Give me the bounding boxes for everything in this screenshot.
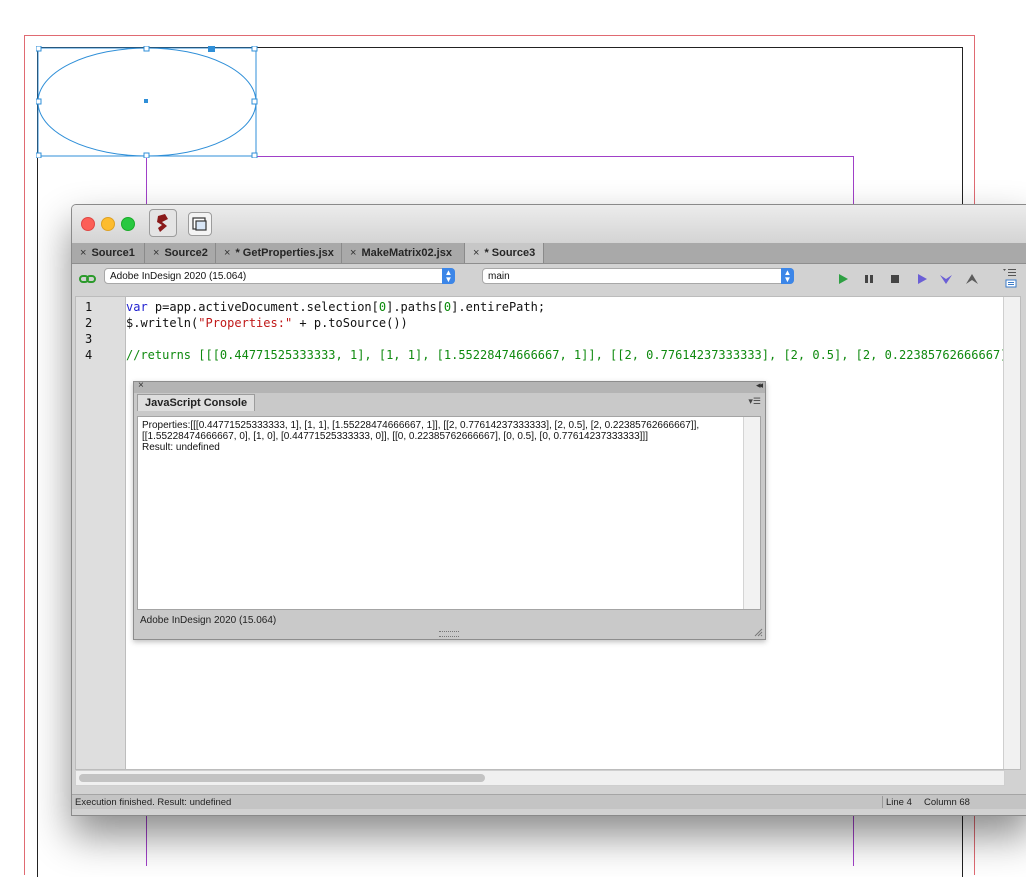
line-number: 1 [85, 300, 93, 314]
close-tab-icon[interactable]: × [153, 247, 159, 259]
pause-icon[interactable] [862, 272, 876, 286]
console-output-text: Properties:[[[0.44771525333333, 1], [1, … [142, 420, 700, 453]
close-tab-icon[interactable]: × [473, 247, 479, 259]
close-tab-icon[interactable]: × [80, 247, 86, 259]
status-column: Column 68 [924, 797, 970, 808]
console-output-area[interactable]: Properties:[[[0.44771525333333, 1], [1, … [137, 416, 761, 610]
zoom-window-button[interactable] [121, 217, 135, 231]
chevron-updown-icon: ▲ ▼ [781, 268, 794, 284]
collapse-panel-icon[interactable]: ◂◂ [756, 380, 763, 391]
code-text[interactable]: var p=app.activeDocument.selection[0].pa… [126, 299, 1026, 363]
estk-app-icon[interactable] [149, 209, 177, 237]
status-divider [882, 796, 883, 808]
editor-vertical-scrollbar[interactable] [1003, 297, 1020, 769]
code-line-4: //returns [[[0.44771525333333, 1], [1, 1… [126, 348, 1026, 362]
console-tab[interactable]: JavaScript Console [137, 394, 256, 411]
scrollbar-thumb[interactable] [79, 774, 485, 782]
status-line: Line 4 [886, 797, 912, 808]
selected-ellipse[interactable] [36, 46, 258, 158]
step-into-icon[interactable] [939, 272, 953, 286]
console-target-label: Adobe InDesign 2020 (15.064) [140, 615, 277, 626]
tab-source3[interactable]: × * Source3 [465, 243, 544, 263]
resize-grip-icon[interactable] [439, 631, 459, 637]
toolbar: Adobe InDesign 2020 (15.064) ▲ ▼ main ▲ ▼ [72, 264, 1026, 296]
tab-makematrix02[interactable]: × MakeMatrix02.jsx [342, 243, 465, 263]
close-tab-icon[interactable]: × [224, 247, 230, 259]
line-number: 4 [85, 348, 93, 362]
status-bar: Execution finished. Result: undefined Li… [72, 794, 1026, 809]
line-number-gutter: 1 2 3 4 [76, 297, 126, 769]
target-application-select[interactable]: Adobe InDesign 2020 (15.064) ▲ ▼ [104, 268, 455, 284]
chevron-updown-icon: ▲ ▼ [442, 268, 455, 284]
code-line-1: var p=app.activeDocument.selection[0].pa… [126, 300, 546, 314]
close-tab-icon[interactable]: × [350, 247, 356, 259]
step-out-icon[interactable] [965, 272, 979, 286]
panel-header[interactable]: × ◂◂ [134, 380, 765, 393]
status-message: Execution finished. Result: undefined [75, 797, 232, 808]
tab-getproperties[interactable]: × * GetProperties.jsx [216, 243, 342, 263]
link-icon[interactable] [79, 271, 97, 292]
line-number: 3 [85, 332, 93, 346]
line-number: 2 [85, 316, 93, 330]
code-line-2: $.writeln("Properties:" + p.toSource()) [126, 316, 408, 330]
title-bar [72, 205, 1026, 244]
stop-icon[interactable] [888, 272, 902, 286]
editor-horizontal-scrollbar[interactable] [75, 770, 1005, 786]
column-guide-top [256, 156, 854, 157]
step-over-icon[interactable] [915, 272, 929, 286]
resize-corner-icon[interactable] [754, 628, 763, 637]
panel-menu-icon[interactable]: ▾☰ [748, 396, 761, 407]
close-window-button[interactable] [81, 217, 95, 231]
run-icon[interactable] [836, 272, 850, 286]
window-toggle-icon[interactable] [188, 212, 212, 236]
close-panel-icon[interactable]: × [138, 380, 144, 391]
panel-menu-icon[interactable] [1002, 267, 1018, 289]
javascript-console-panel: × ◂◂ JavaScript Console ▾☰ Properties:[[… [133, 380, 766, 640]
tab-source1[interactable]: × Source1 [72, 243, 145, 263]
engine-select[interactable]: main ▲ ▼ [482, 268, 794, 284]
console-vertical-scrollbar[interactable] [743, 417, 760, 609]
document-tab-bar: × Source1 × Source2 × * GetProperties.jsx ×… [72, 243, 1026, 264]
minimize-window-button[interactable] [101, 217, 115, 231]
tab-source2[interactable]: × Source2 [145, 243, 216, 263]
